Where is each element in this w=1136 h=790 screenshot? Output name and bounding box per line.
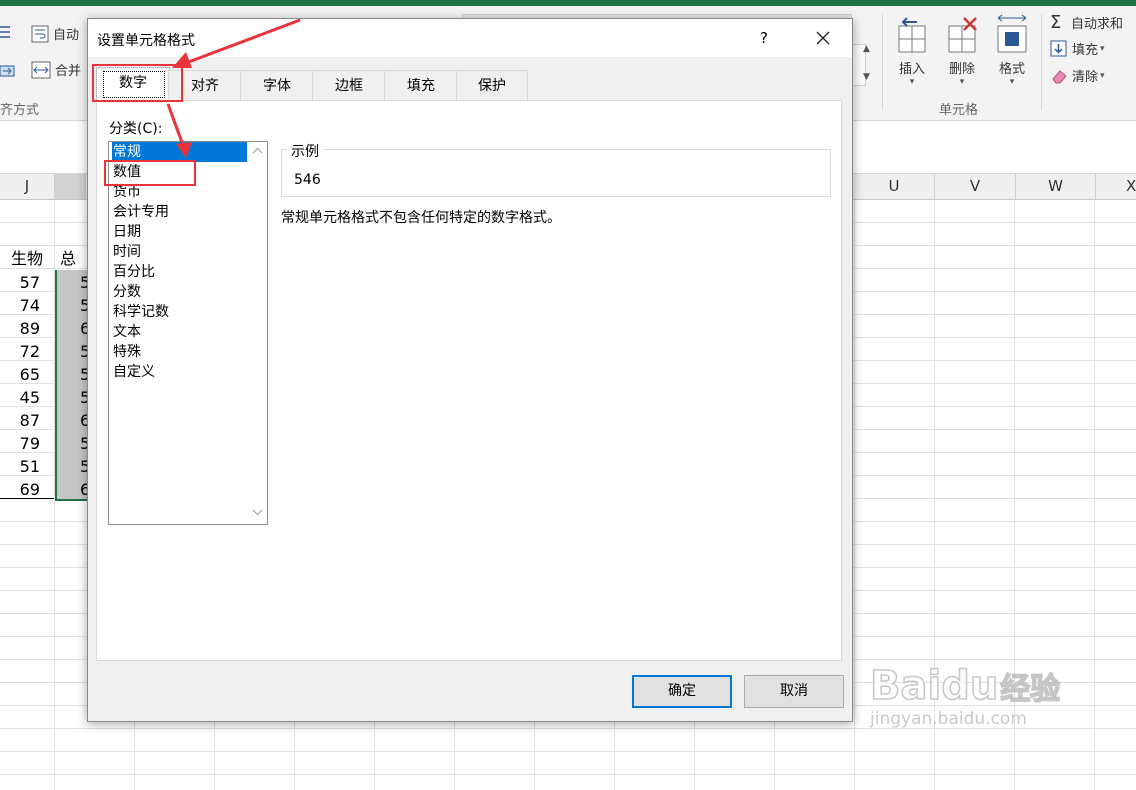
watermark-brand: Baidu [869, 662, 999, 710]
ribbon-separator [1041, 14, 1042, 110]
delete-button[interactable]: 删除 ▾ [944, 14, 980, 87]
help-button[interactable]: ? [748, 23, 780, 53]
watermark-brand-cn: 经验 [1000, 671, 1062, 708]
gallery-up-icon[interactable]: ▲ [863, 44, 870, 54]
category-item[interactable]: 科学记数 [112, 302, 247, 322]
format-label: 格式 [998, 62, 1025, 77]
category-item[interactable]: 分数 [112, 282, 247, 302]
delete-cells-icon [948, 17, 977, 53]
scroll-down-icon[interactable] [252, 508, 263, 516]
clear-dropdown-icon[interactable]: ▾ [1100, 71, 1105, 81]
annotation-arrows [166, 18, 301, 158]
category-item[interactable]: 特殊 [112, 342, 247, 362]
insert-button[interactable]: 插入 ▾ [894, 14, 930, 87]
insert-dropdown-icon[interactable]: ▾ [894, 77, 930, 87]
fill-down-icon [1050, 40, 1067, 56]
ribbon-separator [882, 14, 883, 110]
format-dropdown-icon[interactable]: ▾ [993, 77, 1031, 87]
category-item[interactable]: 时间 [112, 242, 247, 262]
delete-label: 删除 [948, 62, 975, 77]
clear-button[interactable]: 清除 ▾ [1050, 66, 1105, 85]
fill-dropdown-icon[interactable]: ▾ [1100, 44, 1105, 54]
category-item[interactable]: 文本 [112, 322, 247, 342]
cell-biology-value[interactable]: 74 [0, 294, 40, 317]
cell-biology-value[interactable]: 69 [0, 478, 40, 501]
eraser-icon [1052, 69, 1067, 83]
format-description: 常规单元格格式不包含任何特定的数字格式。 [281, 210, 561, 226]
column-header-v[interactable]: V [935, 174, 1016, 199]
tab-protection[interactable]: 保护 [456, 70, 528, 101]
cell-biology-value[interactable]: 79 [0, 432, 40, 455]
cells-group-label: 单元格 [939, 103, 979, 118]
column-header-x[interactable]: X [1096, 174, 1136, 199]
cell-biology-value[interactable]: 57 [0, 271, 40, 294]
cancel-button[interactable]: 取消 [744, 675, 844, 708]
cell-biology-value[interactable]: 51 [0, 455, 40, 478]
column-header-u[interactable]: U [854, 174, 935, 199]
baidu-watermark: Baidu 经验 jingyan.baidu.com [869, 662, 1062, 729]
cell-biology-value[interactable]: 89 [0, 317, 40, 340]
format-cells-icon [997, 14, 1027, 53]
gallery-more-icon[interactable]: ▼ [863, 72, 870, 82]
watermark-url: jingyan.baidu.com [870, 709, 1027, 729]
cell-header-biology[interactable]: 生物 [0, 247, 54, 270]
cell-header-total[interactable]: 总 [60, 247, 88, 270]
sigma-icon: Σ [1050, 12, 1062, 33]
fill-label: 填充 [1072, 43, 1099, 58]
category-item[interactable]: 百分比 [112, 262, 247, 282]
close-button[interactable] [806, 23, 840, 53]
insert-cells-icon [898, 17, 926, 53]
column-header-w[interactable]: W [1016, 174, 1096, 199]
fill-button[interactable]: 填充 ▾ [1050, 39, 1105, 58]
cell-biology-value[interactable]: 45 [0, 386, 40, 409]
cell-biology-value[interactable]: 87 [0, 409, 40, 432]
category-item[interactable]: 日期 [112, 222, 247, 242]
category-item[interactable]: 会计专用 [112, 202, 247, 222]
insert-label: 插入 [898, 62, 925, 77]
category-item[interactable]: 自定义 [112, 362, 247, 382]
cell-biology-value[interactable]: 72 [0, 340, 40, 363]
delete-dropdown-icon[interactable]: ▾ [944, 77, 980, 87]
clear-label: 清除 [1072, 70, 1099, 85]
ok-button[interactable]: 确定 [632, 675, 732, 708]
close-icon [816, 31, 830, 45]
autosum-label: 自动求和 [1071, 17, 1124, 32]
autosum-button[interactable]: Σ 自动求和 [1050, 12, 1123, 33]
cell-biology-value[interactable]: 65 [0, 363, 40, 386]
format-button[interactable]: 格式 ▾ [993, 14, 1031, 87]
